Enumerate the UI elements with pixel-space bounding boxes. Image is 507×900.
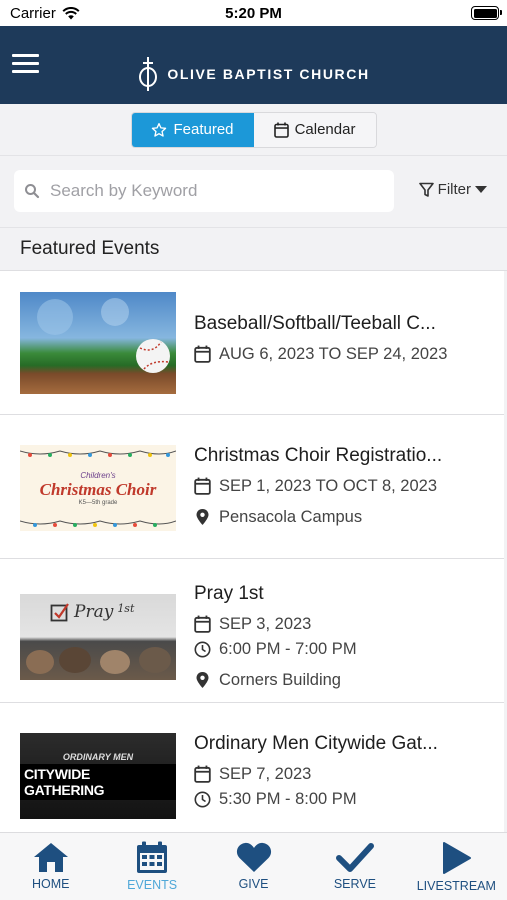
play-icon: [443, 842, 472, 874]
event-item[interactable]: Children's Christmas Choir K5—5th grade …: [0, 415, 504, 559]
caret-down-icon: [475, 185, 487, 193]
clock-icon: [194, 641, 211, 657]
tab-calendar-label: Calendar: [294, 121, 356, 138]
tab-featured-label: Featured: [173, 121, 234, 138]
tab-serve-label: SERVE: [333, 877, 376, 891]
app-header: OLIVE BAPTIST CHURCH: [0, 26, 507, 104]
event-location: Pensacola Campus: [194, 505, 484, 529]
calendar-icon: [194, 345, 211, 363]
home-icon: [33, 843, 68, 872]
tab-events[interactable]: EVENTS: [101, 833, 202, 900]
filter-icon: [418, 182, 434, 197]
filter-button[interactable]: Filter: [418, 181, 487, 198]
calendar-icon: [194, 477, 211, 495]
thumb-text: Christmas Choir: [39, 479, 157, 499]
event-time: 6:00 PM - 7:00 PM: [194, 637, 484, 661]
tab-home-label: HOME: [31, 877, 70, 891]
calendar-icon: [273, 122, 289, 138]
calendar-icon: [194, 615, 211, 633]
checkmark-icon: [335, 843, 374, 872]
search-row: Filter: [0, 156, 507, 228]
event-location-text: Pensacola Campus: [219, 507, 363, 526]
clock-icon: [194, 791, 211, 807]
search-input[interactable]: [50, 181, 370, 201]
event-list: Baseball/Softball/Teeball C... AUG 6, 20…: [0, 271, 507, 847]
event-title: Pray 1st: [194, 583, 264, 604]
calendar-icon: [137, 841, 168, 873]
event-date: SEP 3, 2023: [194, 612, 484, 636]
event-date: SEP 1, 2023 TO OCT 8, 2023: [194, 474, 484, 498]
tab-calendar[interactable]: Calendar: [253, 112, 376, 147]
tab-events-label: EVENTS: [127, 878, 178, 892]
tab-serve[interactable]: SERVE: [304, 833, 405, 900]
brand: OLIVE BAPTIST CHURCH: [0, 56, 507, 92]
event-time: 5:30 PM - 8:00 PM: [194, 787, 484, 811]
view-switcher: Featured Calendar: [0, 104, 507, 156]
event-date: AUG 6, 2023 TO SEP 24, 2023: [194, 342, 484, 366]
location-pin-icon: [196, 672, 209, 688]
thumb-text: CITYWIDE GATHERING: [20, 764, 176, 800]
filter-label: Filter: [437, 181, 471, 198]
tab-livestream-label: LIVESTREAM: [416, 879, 496, 893]
event-date-text: AUG 6, 2023 TO SEP 24, 2023: [219, 344, 448, 363]
event-item[interactable]: Pray 1st Pray 1st SEP 3, 2023 6:00 PM - …: [0, 559, 504, 703]
search-icon: [25, 184, 40, 199]
event-date-text: SEP 1, 2023 TO OCT 8, 2023: [219, 476, 438, 495]
status-bar: Carrier 5:20 PM: [0, 0, 507, 26]
search-box[interactable]: [14, 170, 394, 212]
event-location: Corners Building: [194, 668, 484, 692]
clock: 5:20 PM: [225, 5, 282, 22]
battery-icon: [471, 6, 502, 20]
tab-livestream[interactable]: LIVESTREAM: [406, 833, 507, 900]
event-date: SEP 7, 2023: [194, 762, 484, 786]
app-title: OLIVE BAPTIST CHURCH: [167, 66, 370, 82]
thumb-text: ORDINARY MEN: [62, 752, 134, 762]
event-title: Christmas Choir Registratio...: [194, 445, 443, 466]
tab-give-label: GIVE: [238, 877, 269, 891]
thumb-text: Children's: [80, 470, 116, 480]
event-date-text: SEP 7, 2023: [219, 764, 312, 783]
string-lights-icon: [20, 450, 176, 457]
event-title: Baseball/Softball/Teeball C...: [194, 313, 436, 334]
bottom-tab-bar: HOME EVENTS GIVE SERVE LIVESTREAM: [0, 832, 507, 900]
string-lights-icon: [20, 520, 176, 527]
event-time-text: 6:00 PM - 7:00 PM: [219, 639, 357, 658]
event-title: Ordinary Men Citywide Gat...: [194, 733, 438, 754]
event-thumbnail-pray: Pray 1st: [20, 594, 176, 680]
event-date-text: SEP 3, 2023: [219, 614, 312, 633]
event-item[interactable]: Baseball/Softball/Teeball C... AUG 6, 20…: [0, 271, 504, 415]
heart-icon: [236, 842, 271, 872]
location-pin-icon: [196, 509, 209, 525]
event-item[interactable]: ORDINARY MEN CITYWIDE GATHERING Ordinary…: [0, 703, 504, 847]
event-time-text: 5:30 PM - 8:00 PM: [219, 789, 357, 808]
tab-home[interactable]: HOME: [0, 833, 101, 900]
thumb-text: K5—5th grade: [78, 499, 118, 506]
church-logo-icon: [139, 57, 158, 91]
segmented-control: Featured Calendar: [130, 111, 377, 148]
tab-featured[interactable]: Featured: [131, 112, 254, 147]
section-title: Featured Events: [0, 228, 507, 271]
tab-give[interactable]: GIVE: [203, 833, 304, 900]
calendar-icon: [194, 765, 211, 783]
event-location-text: Corners Building: [219, 670, 341, 689]
event-thumbnail-choir: Children's Christmas Choir K5—5th grade: [20, 445, 176, 531]
event-thumbnail-baseball: [20, 292, 176, 394]
event-thumbnail-men: ORDINARY MEN CITYWIDE GATHERING: [20, 733, 176, 819]
star-icon: [152, 122, 167, 137]
